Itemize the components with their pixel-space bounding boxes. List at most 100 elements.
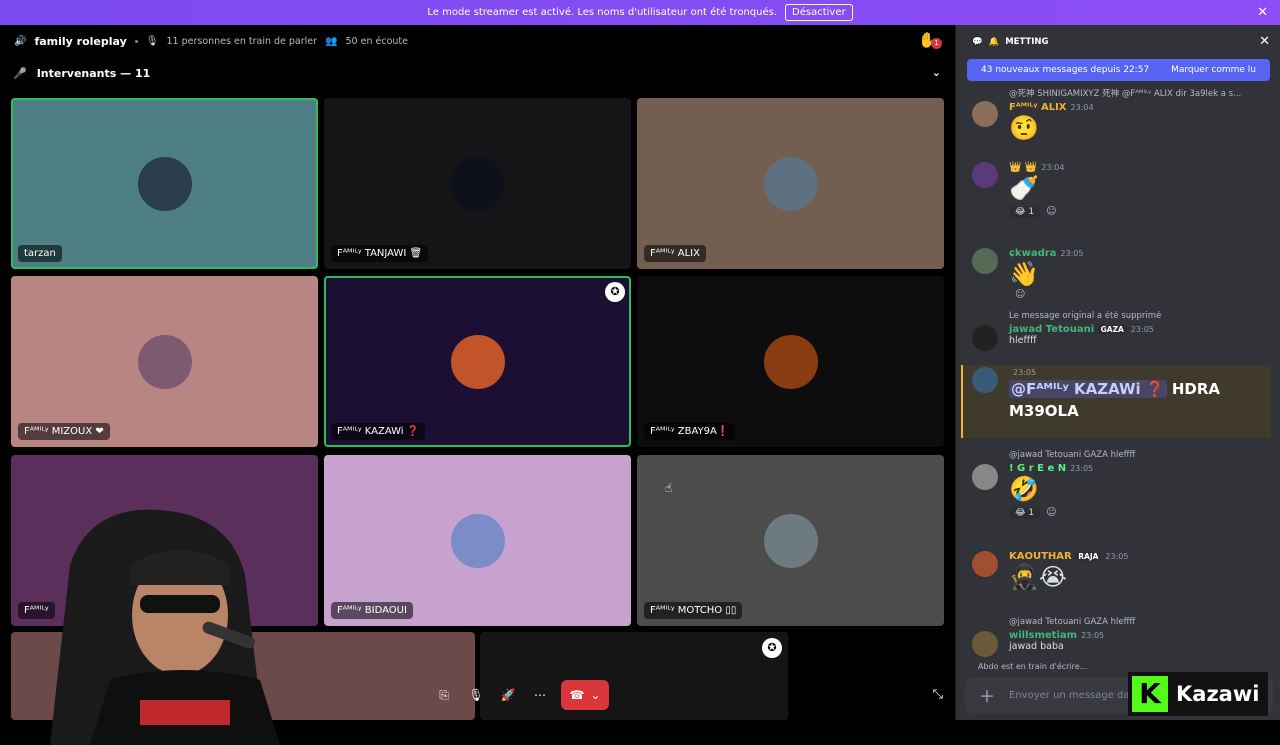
reaction[interactable]: 😂 1 bbox=[1009, 206, 1041, 218]
speaker-tile[interactable]: Fᴬᴹᴵᴸʸ MIZOUX ❤ bbox=[11, 276, 318, 447]
add-reaction-icon[interactable]: ☺ bbox=[1046, 507, 1056, 518]
timestamp: 23:04 bbox=[1070, 103, 1094, 112]
username[interactable]: 👑 👑 23:04 bbox=[1009, 162, 1272, 173]
message-content: jawad baba bbox=[1009, 641, 1064, 652]
speaker-avatar bbox=[137, 334, 192, 389]
username[interactable]: ! G r E e N 23:05 bbox=[1009, 463, 1272, 474]
user-mention[interactable]: @Fᴬᴹᴵᴸʸ KAZAWi ❓ bbox=[1009, 380, 1167, 398]
username-text[interactable]: 👑 👑 bbox=[1009, 162, 1037, 173]
avatar[interactable] bbox=[972, 248, 998, 274]
mute-icon[interactable]: 🎙 bbox=[465, 684, 487, 706]
plus-icon[interactable]: ＋ bbox=[979, 683, 995, 707]
avatar[interactable] bbox=[972, 551, 998, 577]
typing-indicator: Abdo est en train d'écrire... bbox=[978, 662, 1088, 671]
kick-logo-icon: K bbox=[1132, 676, 1168, 712]
new-messages-text: 43 nouveaux messages depuis 22:57 bbox=[981, 65, 1150, 75]
speakers-header[interactable]: 🎤 Intervenants — 11 ⌄ bbox=[0, 57, 955, 89]
activity-icon[interactable]: ✪ bbox=[605, 282, 625, 302]
message-content: @Fᴬᴹᴵᴸʸ KAZAWi ❓ HDRA M39OLA bbox=[1009, 378, 1272, 422]
chevron-down-icon: ⌄ bbox=[590, 688, 601, 702]
username-text[interactable]: ɕkwadra bbox=[1009, 248, 1056, 259]
chat-message[interactable]: @jawad Tetouani GAZA hleffff willsmetiam 2… bbox=[972, 617, 1272, 657]
speaker-tile[interactable]: Fᴬᴹᴵᴸʸ TANJAWI 🗑 bbox=[324, 98, 631, 269]
voice-channel-icon: 🔊 bbox=[14, 35, 27, 47]
avatar[interactable] bbox=[972, 367, 998, 393]
hangup-button[interactable]: ☎ ⌄ bbox=[561, 680, 609, 710]
settings-icon[interactable]: ✪ bbox=[762, 638, 782, 658]
speaker-name: Fᴬᴹᴵᴸʸ BIDAOUI bbox=[331, 602, 413, 619]
activity-icon[interactable]: 🚀 bbox=[497, 684, 519, 706]
username-text[interactable]: Fᴬᴹᴵᴸʸ ALIX bbox=[1009, 102, 1067, 113]
username[interactable]: jawad Tetouani GAZA 23:05 bbox=[1009, 324, 1272, 335]
username[interactable]: KAOUTHAR RAJA 23:05 bbox=[1009, 551, 1272, 562]
speaker-name: Fᴬᴹᴵᴸʸ MOTCHO ▯▯ bbox=[644, 602, 743, 619]
speaker-tile[interactable]: tarzan bbox=[11, 98, 318, 269]
raised-hand-icon[interactable]: ✋ 1 bbox=[918, 31, 942, 49]
speaker-name: Fᴬᴹᴵᴸʸ ALIX bbox=[644, 245, 706, 262]
more-icon[interactable]: ⋯ bbox=[529, 684, 551, 706]
chat-message[interactable]: Le message original a été supprimé jawad … bbox=[972, 311, 1272, 351]
fullscreen-icon[interactable]: ⤡ bbox=[933, 687, 943, 702]
reply-preview[interactable]: @死神 SHINIGAMIXYZ 死神 @Fᴬᴹᴵᴸʸ ALIX dir 3a9… bbox=[1009, 87, 1272, 99]
speaker-tile[interactable]: Fᴬᴹᴵᴸʸ ALIX bbox=[637, 98, 944, 269]
role-tag: GAZA bbox=[1097, 325, 1127, 334]
avatar[interactable] bbox=[972, 162, 998, 188]
speaker-tile[interactable]: Fᴬᴹᴵᴸʸ BIDAOUI bbox=[324, 455, 631, 626]
reply-preview[interactable]: Le message original a été supprimé bbox=[1009, 311, 1272, 321]
speaker-avatar bbox=[137, 156, 192, 211]
chat-header: 💬 🔔 METTING ✕ bbox=[956, 25, 1280, 59]
reaction[interactable]: 😂 1 bbox=[1009, 507, 1041, 519]
speaker-avatar bbox=[450, 156, 505, 211]
message-content: 👋 bbox=[1009, 260, 1039, 288]
chat-message[interactable]: ɕkwadra 23:05 👋 ☺ bbox=[972, 248, 1272, 300]
chat-panel: 💬 🔔 METTING ✕ 43 nouveaux messages depui… bbox=[955, 25, 1280, 720]
message-content: 🍼 bbox=[1009, 174, 1039, 202]
chat-message[interactable]: @jawad Tetouani GAZA hleffff ! G r E e N 2… bbox=[972, 450, 1272, 519]
speaker-tile[interactable]: Fᴬᴹᴵᴸʸ ZBAY9A❗ bbox=[637, 276, 944, 447]
new-messages-bar[interactable]: 43 nouveaux messages depuis 22:57 Marque… bbox=[967, 59, 1270, 81]
username: 23:05 bbox=[1009, 367, 1272, 378]
add-reaction-icon[interactable]: ☺ bbox=[1015, 289, 1025, 300]
speaker-avatar bbox=[450, 513, 505, 568]
timestamp: 23:04 bbox=[1041, 163, 1065, 172]
speaker-tile[interactable]: Fᴬᴹᴵᴸʸ KAZAWi ❓ ✪ bbox=[324, 276, 631, 447]
chat-message[interactable]: KAOUTHAR RAJA 23:05 🥷😭 bbox=[972, 551, 1272, 592]
speaker-name: Fᴬᴹᴵᴸʸ TANJAWI 🗑 bbox=[331, 245, 429, 262]
username-text[interactable]: jawad Tetouani bbox=[1009, 324, 1094, 335]
disable-streamer-button[interactable]: Désactiver bbox=[785, 4, 853, 21]
separator-dot bbox=[134, 39, 138, 43]
close-icon[interactable]: ✕ bbox=[1257, 5, 1268, 20]
speaker-avatar bbox=[763, 334, 818, 389]
message-content: 🤨 bbox=[1009, 114, 1039, 142]
avatar[interactable] bbox=[972, 101, 998, 127]
watermark-text: Kazawi bbox=[1176, 682, 1260, 706]
speaker-name: Fᴬᴹᴵᴸʸ ZBAY9A❗ bbox=[644, 423, 736, 440]
message-content: 🥷😭 bbox=[1009, 563, 1067, 591]
kazawi-watermark: K Kazawi bbox=[1128, 672, 1268, 716]
speaker-avatar bbox=[763, 156, 818, 211]
screen-share-icon[interactable]: ⎘ bbox=[433, 684, 455, 706]
close-icon[interactable]: ✕ bbox=[1259, 34, 1270, 49]
chevron-down-icon[interactable]: ⌄ bbox=[932, 66, 941, 79]
speaker-tile[interactable]: Fᴬᴹᴵᴸʸ MOTCHO ▯▯ bbox=[637, 455, 944, 626]
username-text[interactable]: KAOUTHAR bbox=[1009, 551, 1072, 562]
reply-preview[interactable]: @jawad Tetouani GAZA hleffff bbox=[1009, 617, 1272, 627]
mark-read-button[interactable]: Marquer comme lu bbox=[1171, 65, 1256, 75]
reply-preview[interactable]: @jawad Tetouani GAZA hleffff bbox=[1009, 450, 1272, 460]
username-text[interactable]: ! G r E e N bbox=[1009, 463, 1066, 474]
speakers-label: Intervenants — 11 bbox=[36, 66, 151, 80]
username[interactable]: willsmetiam 23:05 bbox=[1009, 630, 1272, 641]
chat-title: METTING bbox=[1005, 37, 1049, 47]
username-text[interactable]: willsmetiam bbox=[1009, 630, 1077, 641]
username[interactable]: ɕkwadra 23:05 bbox=[1009, 248, 1272, 259]
chat-message[interactable]: @死神 SHINIGAMIXYZ 死神 @Fᴬᴹᴵᴸʸ ALIX dir 3a9… bbox=[972, 87, 1272, 143]
streamer-webcam bbox=[50, 509, 280, 745]
avatar[interactable] bbox=[972, 631, 998, 657]
avatar[interactable] bbox=[972, 464, 998, 490]
chat-message[interactable]: 23:05 @Fᴬᴹᴵᴸʸ KAZAWi ❓ HDRA M39OLA bbox=[972, 367, 1272, 422]
speaker-avatar bbox=[763, 513, 818, 568]
add-reaction-icon[interactable]: ☺ bbox=[1046, 206, 1056, 217]
chat-message[interactable]: 👑 👑 23:04 🍼 😂 1 ☺ bbox=[972, 162, 1272, 218]
avatar[interactable] bbox=[972, 325, 998, 351]
username[interactable]: Fᴬᴹᴵᴸʸ ALIX 23:04 bbox=[1009, 102, 1272, 113]
